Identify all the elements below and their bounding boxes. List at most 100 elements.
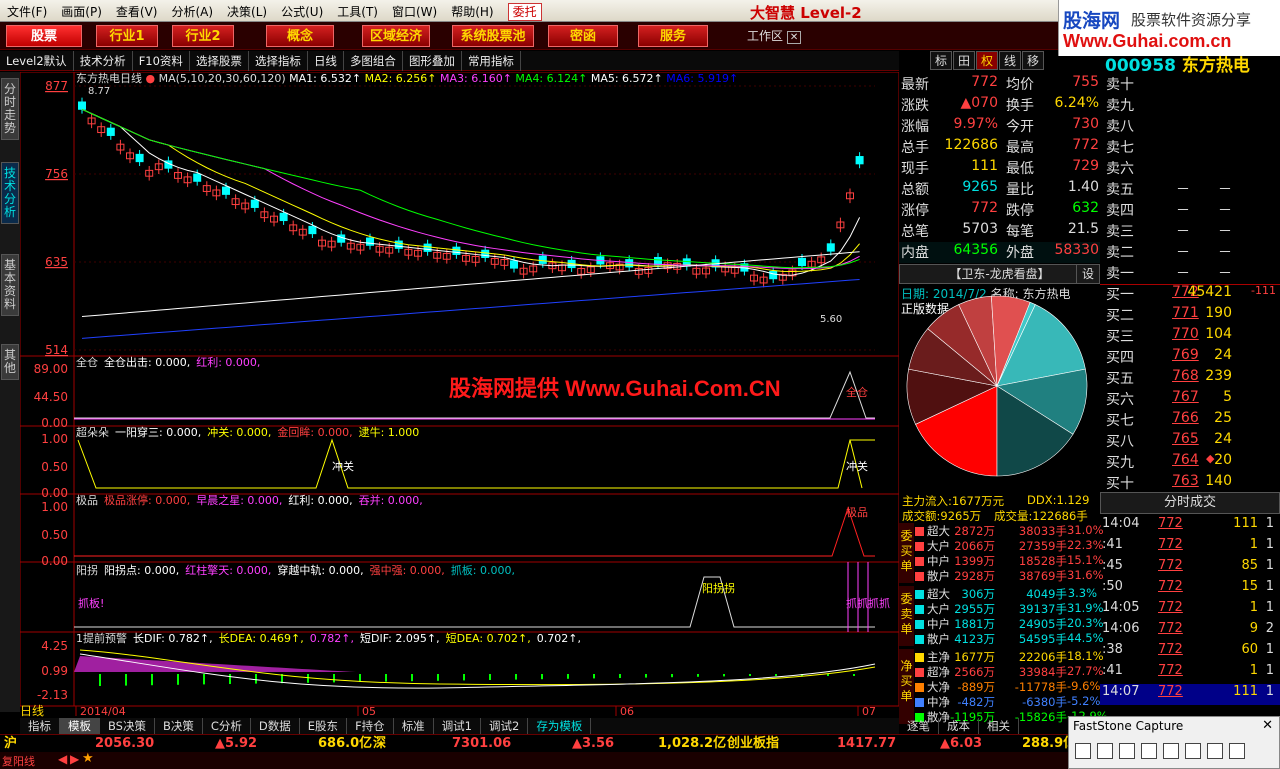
toolbar-button[interactable]: 行业2: [172, 25, 234, 47]
ad-banner[interactable]: 股海网 股票软件资源分享 Www.Guhai.com.cn: [1058, 0, 1280, 56]
toolbar-button[interactable]: 服务: [638, 25, 708, 47]
indicator-tab[interactable]: 调试2: [481, 718, 529, 734]
capture-freehand-icon[interactable]: [1141, 743, 1157, 759]
ask-row[interactable]: 卖二－－: [1100, 242, 1280, 263]
menu-item[interactable]: 决策(L): [220, 0, 274, 23]
indicator-tab[interactable]: D数据: [251, 718, 300, 734]
sub-toolbar-item[interactable]: 技术分析: [74, 51, 133, 71]
indicator-tab[interactable]: 模板: [60, 718, 100, 734]
bid-row[interactable]: 买三 770 104: [1100, 326, 1280, 347]
menu-item[interactable]: 工具(T): [330, 0, 385, 23]
sub-toolbar-item[interactable]: F10资料: [133, 51, 190, 71]
bid-row[interactable]: 买九 764 ◆ 20: [1100, 452, 1280, 473]
tick-row[interactable]: :50 772 15 1: [1100, 579, 1280, 600]
menu-trade[interactable]: 委托: [507, 3, 542, 21]
bid-row[interactable]: 买七 766 25: [1100, 410, 1280, 431]
side-tab[interactable]: 分 时 走 势: [1, 78, 19, 140]
sub-toolbar-item[interactable]: 图形叠加: [403, 51, 462, 71]
capture-object-icon[interactable]: [1097, 743, 1113, 759]
tick-row[interactable]: :41 772 1 1: [1100, 537, 1280, 558]
tick-row[interactable]: :38 772 60 1: [1100, 642, 1280, 663]
tick-row[interactable]: 14:06 772 9 2: [1100, 621, 1280, 642]
ask-row[interactable]: 卖八: [1100, 116, 1280, 137]
menu-item[interactable]: 查看(V): [109, 0, 165, 23]
capture-full-icon[interactable]: [1163, 743, 1179, 759]
tick-row[interactable]: :41 772 1 1: [1100, 663, 1280, 684]
ask-row[interactable]: 卖五－－: [1100, 179, 1280, 200]
bottom-ticker[interactable]: 复阳线: [2, 753, 35, 769]
view-tab[interactable]: 田: [953, 51, 975, 70]
bid-row[interactable]: 买八 765 24: [1100, 431, 1280, 452]
bid-row[interactable]: 买六 767 5: [1100, 389, 1280, 410]
tick-row[interactable]: 14:05 772 1 1: [1100, 600, 1280, 621]
view-tab[interactable]: 权: [976, 51, 998, 70]
toolbar-button[interactable]: 行业1: [96, 25, 158, 47]
ask-row[interactable]: 卖四－－: [1100, 200, 1280, 221]
star-icon[interactable]: ★: [82, 751, 94, 766]
menu-item[interactable]: 分析(A): [164, 0, 220, 23]
indicator-tab[interactable]: C分析: [203, 718, 251, 734]
sub-toolbar-item[interactable]: Level2默认: [0, 51, 74, 71]
longhu-title[interactable]: 【卫东-龙虎看盘】: [899, 264, 1100, 284]
sz-label[interactable]: 深: [373, 735, 386, 753]
toolbar-button[interactable]: 股票: [6, 25, 82, 47]
menu-item[interactable]: 公式(U): [274, 0, 330, 23]
capture-settings-icon[interactable]: [1207, 743, 1223, 759]
view-tab[interactable]: 标: [930, 51, 952, 70]
view-tab[interactable]: 线: [999, 51, 1021, 70]
panel-tab[interactable]: 成本: [939, 718, 979, 734]
bid-row[interactable]: 买四 769 24: [1100, 347, 1280, 368]
indicator-tab[interactable]: E股东: [300, 718, 348, 734]
faststone-capture-window[interactable]: FastStone Capture ✕: [1068, 716, 1280, 769]
ask-row[interactable]: 卖六: [1100, 158, 1280, 179]
panel-tab[interactable]: 逐笔: [899, 718, 939, 734]
tick-trades-header[interactable]: 分时成交: [1100, 492, 1280, 514]
menu-item[interactable]: 窗口(W): [385, 0, 444, 23]
side-tab[interactable]: 其 他: [1, 344, 19, 380]
toolbar-button[interactable]: 概念: [266, 25, 334, 47]
side-tab[interactable]: 技 术 分 析: [1, 162, 19, 224]
cy-label[interactable]: 创业板指: [727, 735, 779, 753]
capture-window-icon[interactable]: [1075, 743, 1091, 759]
tick-row[interactable]: :45 772 85 1: [1100, 558, 1280, 579]
sub-toolbar-item[interactable]: 日线: [308, 51, 344, 71]
close-icon[interactable]: ✕: [1262, 718, 1273, 733]
indicator-tab[interactable]: BS决策: [100, 718, 155, 734]
close-icon[interactable]: ✕: [786, 31, 802, 44]
capture-scroll-icon[interactable]: [1185, 743, 1201, 759]
indicator-tab[interactable]: 存为模板: [528, 718, 592, 734]
toolbar-button[interactable]: 系统股票池: [452, 25, 534, 47]
toolbar-button[interactable]: 区域经济: [362, 25, 430, 47]
tick-row[interactable]: 14:04 772 111 1: [1100, 516, 1280, 537]
indicator-tab[interactable]: 标准: [394, 718, 434, 734]
view-tab[interactable]: 移: [1022, 51, 1044, 70]
ask-row[interactable]: 卖七: [1100, 137, 1280, 158]
indicator-tab[interactable]: B决策: [155, 718, 203, 734]
capture-output-icon[interactable]: [1229, 743, 1245, 759]
menu-item[interactable]: 帮助(H): [444, 0, 500, 23]
bid-row[interactable]: 买一 772 45421 -111: [1100, 284, 1280, 305]
sub-toolbar-item[interactable]: 选择指标: [249, 51, 308, 71]
indicator-tab[interactable]: 指标: [20, 718, 60, 734]
prev-arrow-icon[interactable]: ◀: [58, 752, 67, 766]
toolbar-button[interactable]: 密函: [548, 25, 618, 47]
ask-row[interactable]: 卖九: [1100, 95, 1280, 116]
menu-item[interactable]: 画面(P): [54, 0, 109, 23]
indicator-tab[interactable]: F持仓: [347, 718, 394, 734]
ask-row[interactable]: 卖十: [1100, 74, 1280, 95]
indicator-tab[interactable]: 调试1: [434, 718, 482, 734]
side-tab[interactable]: 基 本 资 料: [1, 254, 19, 316]
sub-toolbar-item[interactable]: 常用指标: [462, 51, 521, 71]
next-arrow-icon[interactable]: ▶: [70, 752, 79, 766]
ask-row[interactable]: 卖一－－: [1100, 263, 1280, 284]
bid-row[interactable]: 买二 771 190: [1100, 305, 1280, 326]
workspace-label[interactable]: 工作区 ✕: [747, 27, 802, 44]
menu-item[interactable]: 文件(F): [0, 0, 54, 23]
sh-label[interactable]: 沪: [4, 735, 17, 753]
sub-toolbar-item[interactable]: 多图组合: [344, 51, 403, 71]
capture-rect-icon[interactable]: [1119, 743, 1135, 759]
bid-row[interactable]: 买十 763 140: [1100, 473, 1280, 494]
longhu-settings-button[interactable]: 设: [1076, 264, 1100, 284]
ask-row[interactable]: 卖三－－: [1100, 221, 1280, 242]
sub-toolbar-item[interactable]: 选择股票: [190, 51, 249, 71]
